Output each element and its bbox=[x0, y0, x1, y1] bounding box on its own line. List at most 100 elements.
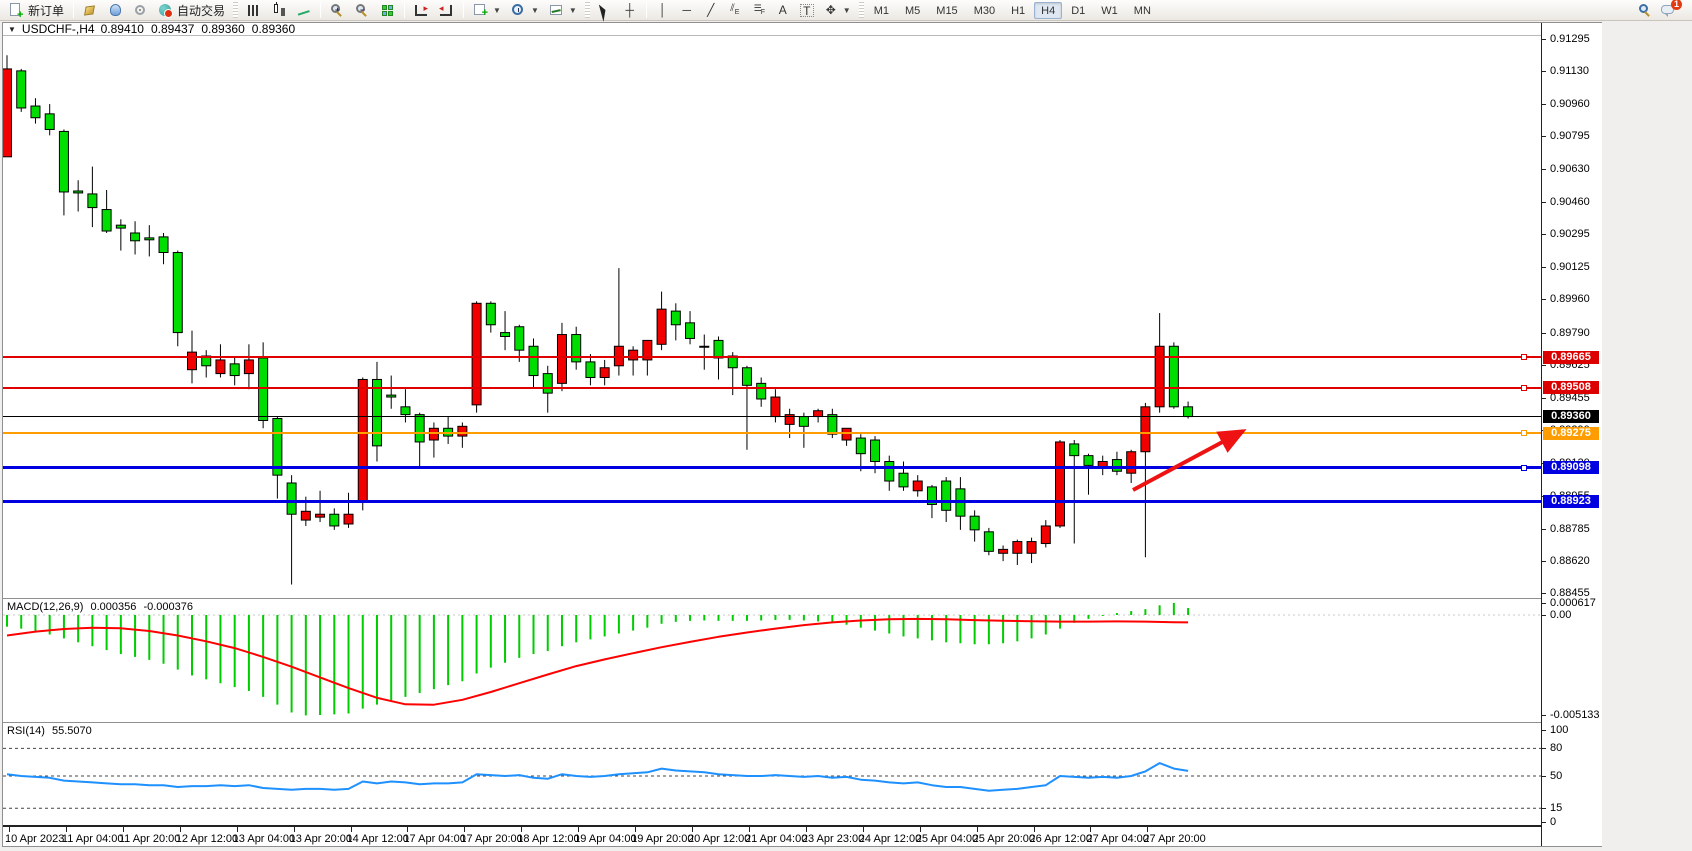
trendline-tool-button[interactable]: ╱ bbox=[699, 1, 723, 19]
rsi-axis-label: 100 bbox=[1550, 724, 1568, 736]
trendline-icon: ╱ bbox=[704, 3, 718, 18]
price-tick-label: 0.91130 bbox=[1550, 65, 1589, 77]
chevron-down-icon: ▼ bbox=[493, 6, 501, 15]
rsi-panel-canvas[interactable]: RSI(14) 55.5070 bbox=[3, 724, 1541, 823]
time-tick-label: 27 Apr 20:00 bbox=[1143, 833, 1205, 845]
time-tick-label: 21 Apr 04:00 bbox=[745, 833, 807, 845]
price-tick bbox=[1542, 169, 1546, 170]
macd-panel-canvas[interactable]: MACD(12,26,9) 0.000356 -0.000376 bbox=[3, 600, 1541, 722]
time-tick bbox=[920, 827, 921, 832]
time-tick bbox=[180, 827, 181, 832]
time-tick bbox=[66, 827, 67, 832]
toolbar-separator bbox=[646, 2, 647, 18]
time-tick bbox=[635, 827, 636, 832]
rsi-axis-label: 15 bbox=[1550, 802, 1562, 814]
auto-scroll-button[interactable] bbox=[409, 1, 434, 19]
price-level-chip: 0.88923 bbox=[1543, 495, 1599, 508]
deposit-button[interactable] bbox=[78, 1, 103, 19]
chevron-down-icon: ▼ bbox=[569, 6, 577, 15]
time-tick bbox=[863, 827, 864, 832]
fibonacci-tool-button[interactable]: ☰F bbox=[747, 1, 771, 19]
text-icon: A bbox=[776, 3, 790, 18]
ohlc-close: 0.89360 bbox=[252, 22, 295, 36]
zoom-in-button[interactable]: + bbox=[325, 1, 350, 19]
toolbar-separator bbox=[320, 2, 321, 18]
chart-symbol-title: USDCHF-,H4 bbox=[22, 22, 95, 36]
arrows-icon: ✥ bbox=[824, 3, 838, 18]
price-tick-label: 0.88620 bbox=[1550, 555, 1590, 567]
tf-button-M5[interactable]: M5 bbox=[898, 2, 927, 19]
new-order-label: 新订单 bbox=[28, 2, 64, 19]
main-toolbar: + 新订单 自动交易 + − ▼ ▼ ▼ ┼ │ ─ ╱ ⫽E ☰F A T ✥… bbox=[0, 0, 1692, 21]
text-tool-button[interactable]: A bbox=[771, 1, 795, 19]
search-icon[interactable] bbox=[1638, 3, 1653, 18]
time-tick bbox=[806, 827, 807, 832]
macd-axis-label: 0.00 bbox=[1550, 609, 1571, 621]
price-tick bbox=[1542, 202, 1546, 203]
time-tick-label: 19 Apr 20:00 bbox=[631, 833, 693, 845]
auto-trading-button[interactable]: 自动交易 bbox=[153, 1, 230, 19]
tile-windows-button[interactable] bbox=[375, 1, 400, 19]
time-tick-label: 18 Apr 12:00 bbox=[517, 833, 579, 845]
tf-button-MN[interactable]: MN bbox=[1127, 2, 1158, 19]
tf-button-M30[interactable]: M30 bbox=[967, 2, 1002, 19]
label-tool-button[interactable]: T bbox=[795, 1, 819, 19]
bar-chart-button[interactable] bbox=[241, 1, 266, 19]
price-tick bbox=[1542, 71, 1546, 72]
chart-shift-button[interactable] bbox=[434, 1, 459, 19]
time-tick-label: 26 Apr 12:00 bbox=[1030, 833, 1092, 845]
time-tick bbox=[407, 827, 408, 832]
price-axis: 0.912950.911300.909600.907950.906300.904… bbox=[1541, 23, 1602, 846]
tf-button-W1[interactable]: W1 bbox=[1094, 2, 1125, 19]
new-chart-button[interactable]: ▼ bbox=[468, 1, 506, 19]
zoom-out-button[interactable]: − bbox=[350, 1, 375, 19]
macd-axis-label: -0.005133 bbox=[1550, 709, 1600, 721]
tf-button-M15[interactable]: M15 bbox=[929, 2, 964, 19]
channel-icon: ⫽E bbox=[728, 1, 742, 20]
time-tick-label: 24 Apr 12:00 bbox=[859, 833, 921, 845]
bar-chart-icon bbox=[246, 3, 261, 18]
tf-button-H1[interactable]: H1 bbox=[1004, 2, 1032, 19]
ohlc-low: 0.89360 bbox=[201, 22, 244, 36]
price-tick-label: 0.89960 bbox=[1550, 293, 1590, 305]
crosshair-tool-button[interactable]: ┼ bbox=[618, 1, 642, 19]
toolbar-grip bbox=[859, 2, 864, 18]
cursor-icon bbox=[598, 3, 613, 18]
time-tick bbox=[123, 827, 124, 832]
price-tick bbox=[1542, 267, 1546, 268]
trend-arrow[interactable] bbox=[1133, 431, 1243, 490]
signals-button[interactable] bbox=[128, 1, 153, 19]
new-order-button[interactable]: + 新订单 bbox=[4, 1, 69, 19]
rsi-axis-label: 80 bbox=[1550, 742, 1562, 754]
toolbar-grip bbox=[233, 2, 238, 18]
price-tick bbox=[1542, 39, 1546, 40]
tf-button-D1[interactable]: D1 bbox=[1064, 2, 1092, 19]
chart-expand-button[interactable]: ▼ bbox=[8, 25, 16, 34]
time-tick-label: 11 Apr 20:00 bbox=[119, 833, 181, 845]
price-chart-canvas[interactable] bbox=[3, 36, 1541, 598]
cursor-tool-button[interactable] bbox=[593, 1, 618, 19]
profile-icon bbox=[108, 3, 123, 18]
toolbar-separator bbox=[404, 2, 405, 18]
periods-button[interactable]: ▼ bbox=[506, 1, 544, 19]
indicators-button[interactable]: ▼ bbox=[544, 1, 582, 19]
time-tick-label: 23 Apr 23:00 bbox=[802, 833, 864, 845]
candle-chart-button[interactable] bbox=[266, 1, 291, 19]
tf-button-M1[interactable]: M1 bbox=[867, 2, 896, 19]
vline-tool-button[interactable]: │ bbox=[651, 1, 675, 19]
time-tick bbox=[1090, 827, 1091, 832]
line-chart-button[interactable] bbox=[291, 1, 316, 19]
tf-button-H4[interactable]: H4 bbox=[1034, 2, 1062, 19]
chart-titlebar: ▼ USDCHF-,H4 0.89410 0.89437 0.89360 0.8… bbox=[3, 23, 1541, 36]
toolbar-separator bbox=[73, 2, 74, 18]
price-tick bbox=[1542, 234, 1546, 235]
horizontal-line-icon: ─ bbox=[680, 3, 694, 18]
chat-icon[interactable]: 1 bbox=[1661, 3, 1676, 18]
ohlc-open: 0.89410 bbox=[101, 22, 144, 36]
shapes-tool-button[interactable]: ✥▼ bbox=[819, 1, 856, 19]
accounts-button[interactable] bbox=[103, 1, 128, 19]
channel-tool-button[interactable]: ⫽E bbox=[723, 1, 747, 19]
hline-tool-button[interactable]: ─ bbox=[675, 1, 699, 19]
time-tick-label: 14 Apr 12:00 bbox=[347, 833, 409, 845]
price-tick-label: 0.90960 bbox=[1550, 98, 1590, 110]
